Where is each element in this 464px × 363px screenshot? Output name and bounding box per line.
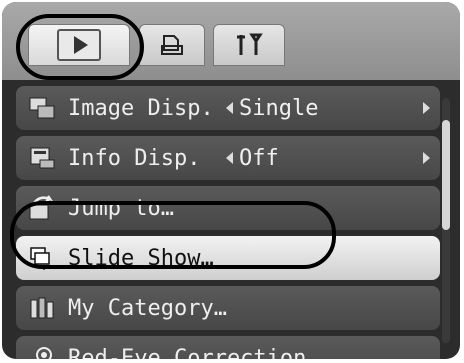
menu-item-label: Info Disp. (68, 145, 201, 171)
setup-tools-icon (237, 33, 263, 55)
scrollbar[interactable] (442, 98, 450, 343)
arrow-right-icon (423, 102, 430, 114)
menu-item-label: My Category… (68, 295, 227, 321)
menu-item-label: Jump to… (68, 195, 174, 221)
playback-icon (57, 29, 101, 61)
tab-playback[interactable] (28, 24, 130, 66)
tab-bar (2, 2, 460, 80)
menu-item-label: Red-Eye Correction… (68, 345, 320, 360)
menu-item-value-group: Single (226, 96, 318, 121)
info-display-icon (26, 144, 58, 172)
menu-item-jump-to[interactable]: Jump to… (16, 186, 440, 230)
scrollbar-thumb[interactable] (442, 120, 450, 230)
menu-item-label: Image Disp. (68, 95, 214, 121)
menu-item-value-group: Off (226, 146, 279, 171)
arrow-left-icon (226, 102, 233, 114)
menu-item-value: Off (239, 145, 279, 171)
menu-item-value: Single (239, 95, 319, 121)
menu-item-my-category[interactable]: My Category… (16, 286, 440, 330)
image-display-icon (26, 94, 58, 122)
slide-show-icon (26, 244, 58, 272)
menu-item-slide-show[interactable]: Slide Show… (16, 236, 440, 280)
jump-to-icon (26, 194, 58, 222)
menu-item-red-eye-correction[interactable]: Red-Eye Correction… (16, 336, 440, 359)
menu-item-info-disp[interactable]: Info Disp. Off (16, 136, 440, 180)
arrow-right-icon (423, 152, 430, 164)
camera-menu-screen: Image Disp. Single Info Disp. Off Jump t… (2, 2, 460, 359)
tab-setup[interactable] (213, 24, 285, 66)
menu-item-image-disp[interactable]: Image Disp. Single (16, 86, 440, 130)
print-icon (161, 35, 183, 55)
arrow-left-icon (226, 152, 233, 164)
my-category-icon (26, 294, 58, 322)
menu-item-label: Slide Show… (68, 245, 214, 271)
play-triangle (74, 36, 88, 54)
tab-print[interactable] (139, 24, 205, 66)
red-eye-correction-icon (26, 344, 58, 359)
menu-list: Image Disp. Single Info Disp. Off Jump t… (16, 80, 440, 359)
